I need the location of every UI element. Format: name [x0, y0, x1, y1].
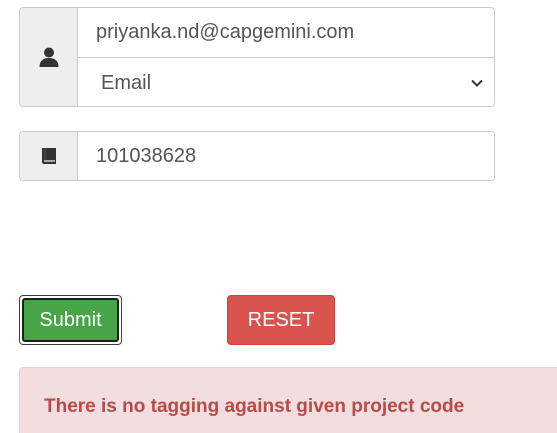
submit-button[interactable]: Submit: [19, 295, 122, 345]
project-code-addon: [20, 132, 78, 180]
email-input[interactable]: [78, 8, 494, 58]
submit-button-label: Submit: [22, 298, 119, 342]
identifier-addon: [20, 8, 78, 106]
reset-button[interactable]: RESET: [227, 295, 335, 345]
project-code-input[interactable]: [78, 132, 494, 180]
book-icon: [41, 148, 56, 164]
user-icon: [39, 47, 58, 67]
chevron-down-icon: [471, 79, 483, 87]
identifier-type-selected: Email: [101, 71, 152, 94]
page: Email Submit RESET There is no tagging a…: [0, 0, 557, 433]
error-alert-message: There is no tagging against given projec…: [44, 396, 465, 417]
error-alert: There is no tagging against given projec…: [19, 367, 557, 433]
identifier-input-group: Email: [19, 7, 495, 107]
identifier-type-select[interactable]: Email: [78, 58, 494, 106]
project-code-input-group: [19, 131, 495, 181]
